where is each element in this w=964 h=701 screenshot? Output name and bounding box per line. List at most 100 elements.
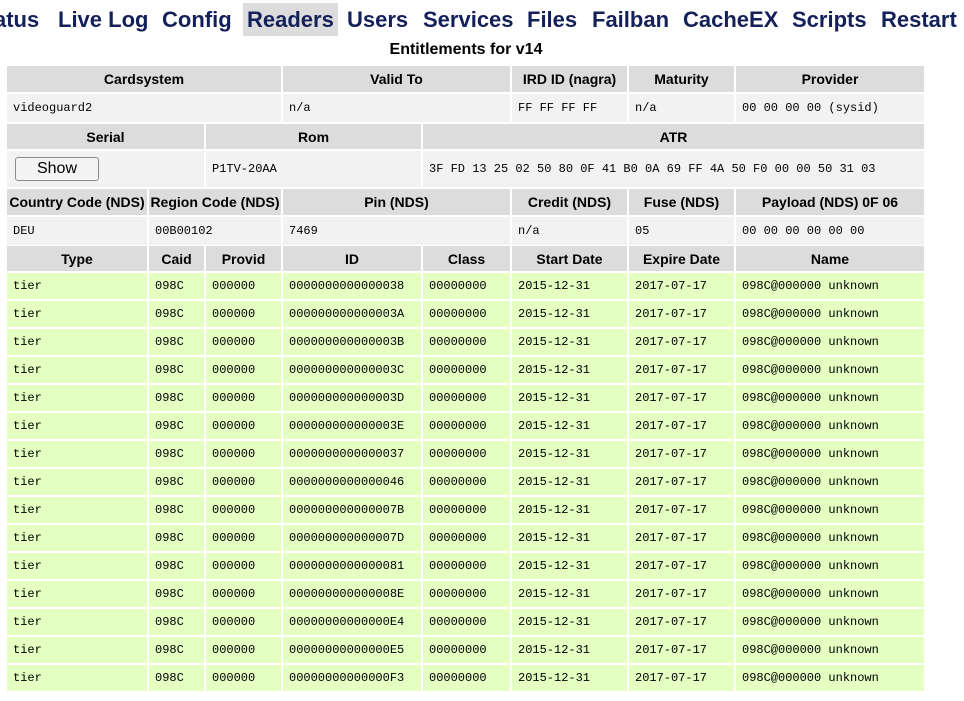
cell-expire-date: 2017-07-17: [628, 664, 736, 693]
cell-start-date: 2015-12-31: [511, 328, 629, 357]
cell-type: tier: [7, 300, 149, 329]
table-row: tier 098C 000000 00000000000000F3 00000000 20…: [7, 664, 926, 693]
cell-class: 00000000: [422, 440, 512, 469]
cell-provid: 000000: [205, 412, 283, 441]
cell-start-date: 2015-12-31: [511, 552, 629, 581]
cell-id: 000000000000007D: [282, 524, 423, 553]
table-row: tier 098C 000000 000000000000003A 00000000 20…: [7, 300, 926, 329]
cell-class: 00000000: [422, 356, 512, 385]
nav-services[interactable]: Services: [423, 3, 514, 36]
cell-class: 00000000: [422, 664, 512, 693]
cell-name: 098C@000000 unknown: [735, 272, 926, 301]
nav-scripts[interactable]: Scripts: [792, 3, 867, 36]
cell-start-date: 2015-12-31: [511, 272, 629, 301]
cell-name: 098C@000000 unknown: [735, 412, 926, 441]
cell-id: 000000000000003A: [282, 300, 423, 329]
header-atr: ATR: [422, 124, 926, 151]
cell-start-date: 2015-12-31: [511, 580, 629, 609]
cell-class: 00000000: [422, 384, 512, 413]
cell-type: tier: [7, 664, 149, 693]
cell-start-date: 2015-12-31: [511, 608, 629, 637]
cell-type: tier: [7, 412, 149, 441]
cell-id: 00000000000000E5: [282, 636, 423, 665]
cell-id: 000000000000003E: [282, 412, 423, 441]
cell-caid: 098C: [148, 300, 206, 329]
cell-type: tier: [7, 552, 149, 581]
column-header-caid: Caid: [148, 246, 206, 273]
cell-provid: 000000: [205, 664, 283, 693]
cell-provid: 000000: [205, 608, 283, 637]
cell-expire-date: 2017-07-17: [628, 384, 736, 413]
cell-provid: 000000: [205, 580, 283, 609]
cell-caid: 098C: [148, 608, 206, 637]
nav-status[interactable]: Status: [0, 3, 39, 36]
nav-cacheex[interactable]: CacheEX: [683, 3, 778, 36]
cell-type: tier: [7, 272, 149, 301]
cell-id: 0000000000000038: [282, 272, 423, 301]
cell-caid: 098C: [148, 552, 206, 581]
nav-live-log[interactable]: Live Log: [58, 3, 148, 36]
cell-caid: 098C: [148, 580, 206, 609]
cell-start-date: 2015-12-31: [511, 664, 629, 693]
table-row: tier 098C 000000 0000000000000038 00000000 20…: [7, 272, 926, 301]
cell-name: 098C@000000 unknown: [735, 664, 926, 693]
header-country-code: Country Code (NDS): [7, 189, 149, 217]
cell-type: tier: [7, 468, 149, 497]
cell-id: 000000000000003B: [282, 328, 423, 357]
cell-expire-date: 2017-07-17: [628, 272, 736, 301]
nav-restart[interactable]: Restart: [881, 3, 957, 36]
top-nav: Status Live Log Config Readers Users Ser…: [0, 0, 964, 38]
cell-class: 00000000: [422, 580, 512, 609]
cell-start-date: 2015-12-31: [511, 356, 629, 385]
cell-expire-date: 2017-07-17: [628, 636, 736, 665]
cell-provid: 000000: [205, 552, 283, 581]
cell-expire-date: 2017-07-17: [628, 468, 736, 497]
cell-expire-date: 2017-07-17: [628, 580, 736, 609]
cell-name: 098C@000000 unknown: [735, 496, 926, 525]
cell-type: tier: [7, 580, 149, 609]
nav-config[interactable]: Config: [162, 3, 232, 36]
cell-class: 00000000: [422, 524, 512, 553]
cell-name: 098C@000000 unknown: [735, 524, 926, 553]
cell-caid: 098C: [148, 440, 206, 469]
cell-expire-date: 2017-07-17: [628, 356, 736, 385]
cell-id: 0000000000000081: [282, 552, 423, 581]
value-payload: 00 00 00 00 00 00: [735, 216, 926, 247]
cell-start-date: 2015-12-31: [511, 468, 629, 497]
column-header-class: Class: [422, 246, 512, 273]
cell-caid: 098C: [148, 664, 206, 693]
cell-class: 00000000: [422, 608, 512, 637]
nav-failban[interactable]: Failban: [592, 3, 669, 36]
cell-name: 098C@000000 unknown: [735, 552, 926, 581]
cell-class: 00000000: [422, 496, 512, 525]
header-cardsystem: Cardsystem: [7, 66, 283, 94]
value-rom: P1TV-20AA: [205, 150, 423, 189]
cell-id: 000000000000007B: [282, 496, 423, 525]
table-row: tier 098C 000000 0000000000000037 00000000 20…: [7, 440, 926, 469]
cell-name: 098C@000000 unknown: [735, 356, 926, 385]
card-serial-table: Serial Rom ATR Show P1TV-20AA 3F FD 13 2…: [7, 124, 926, 189]
cell-type: tier: [7, 328, 149, 357]
show-serial-button[interactable]: Show: [15, 157, 99, 181]
cell-expire-date: 2017-07-17: [628, 608, 736, 637]
cell-name: 098C@000000 unknown: [735, 300, 926, 329]
card-nds-table: Country Code (NDS) Region Code (NDS) Pin…: [7, 189, 926, 247]
nav-users[interactable]: Users: [347, 3, 408, 36]
column-header-type: Type: [7, 246, 149, 273]
header-maturity: Maturity: [628, 66, 736, 94]
cell-type: tier: [7, 440, 149, 469]
column-header-provid: Provid: [205, 246, 283, 273]
cell-start-date: 2015-12-31: [511, 496, 629, 525]
cell-caid: 098C: [148, 384, 206, 413]
entitlements-body: tier 098C 000000 0000000000000038 00000000 20…: [7, 272, 926, 693]
cell-start-date: 2015-12-31: [511, 300, 629, 329]
header-fuse: Fuse (NDS): [628, 189, 736, 217]
cell-type: tier: [7, 384, 149, 413]
nav-readers[interactable]: Readers: [243, 3, 338, 36]
cell-class: 00000000: [422, 636, 512, 665]
nav-files[interactable]: Files: [527, 3, 577, 36]
header-region-code: Region Code (NDS): [148, 189, 283, 217]
cell-expire-date: 2017-07-17: [628, 440, 736, 469]
cell-name: 098C@000000 unknown: [735, 636, 926, 665]
column-header-expire-date: Expire Date: [628, 246, 736, 273]
